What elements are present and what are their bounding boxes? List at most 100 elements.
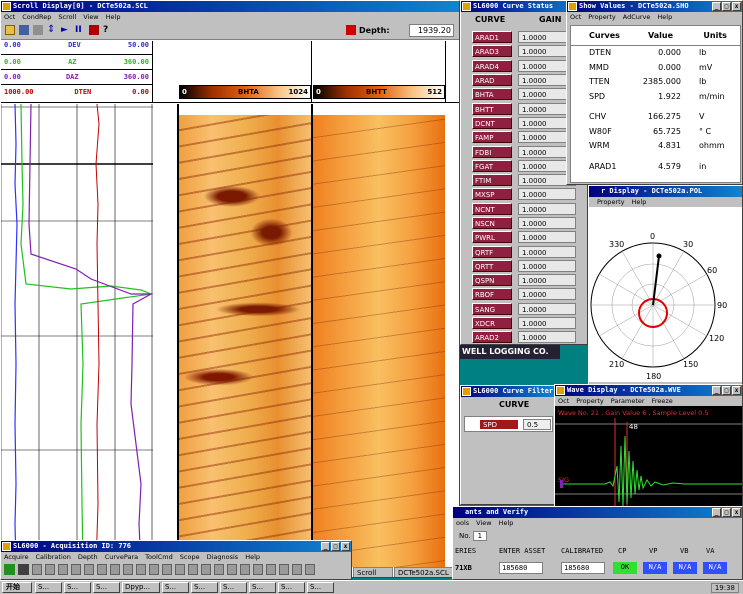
curve-gain[interactable]: 1.0000 xyxy=(518,217,576,229)
curve-gain[interactable]: 1.0000 xyxy=(518,259,576,272)
help-icon[interactable]: ? xyxy=(103,25,113,35)
menu-scroll[interactable]: Scroll xyxy=(58,13,76,21)
curve-row[interactable]: RBOF 1.0000 xyxy=(472,287,587,301)
sv-menu-oct[interactable]: Oct xyxy=(570,13,581,21)
play-icon[interactable]: ► xyxy=(61,25,71,35)
verify-menu-tools[interactable]: ools xyxy=(456,519,469,527)
enter-asset-field[interactable]: 185680 xyxy=(499,562,543,574)
taskbar-item[interactable]: Dpyp... xyxy=(122,582,160,593)
curve-name[interactable]: NCNT xyxy=(472,202,512,215)
curve-name[interactable]: QRTF xyxy=(472,245,512,258)
taskbar-item[interactable]: S... xyxy=(249,582,276,593)
curve-filter-titlebar[interactable]: SL6000 Curve Filter S xyxy=(461,386,554,397)
curve-name[interactable]: ARAD3 xyxy=(472,45,512,58)
taskbar-item[interactable]: S... xyxy=(307,582,334,593)
curve-gain[interactable]: 1.0000 xyxy=(518,188,576,201)
taskbar-item[interactable]: S... xyxy=(191,582,218,593)
wave-titlebar[interactable]: Wave Display - DCTe502a.WVE _ □ x xyxy=(555,385,742,396)
wave-menu-freeze[interactable]: Freeze xyxy=(652,397,673,405)
curve-gain[interactable]: 1.0000 xyxy=(518,317,576,330)
tool-icon[interactable] xyxy=(266,564,276,575)
acquisition-titlebar[interactable]: SL6000 - Acquisition ID: 776 _ □ x xyxy=(1,541,351,552)
stop-icon[interactable] xyxy=(89,25,99,35)
curve-name[interactable]: ARAD xyxy=(472,74,512,87)
no-field[interactable]: 1 xyxy=(472,531,487,541)
tool-icon[interactable] xyxy=(188,564,198,575)
curve-gain[interactable]: 1.0000 xyxy=(518,231,576,244)
tool-icon[interactable] xyxy=(227,564,237,575)
taskbar-item[interactable]: S... xyxy=(278,582,305,593)
wave-menu-oct[interactable]: Oct xyxy=(558,397,569,405)
tool-icon[interactable] xyxy=(58,564,68,575)
curve-name[interactable]: BHTA xyxy=(472,88,512,101)
tool-icon[interactable] xyxy=(32,564,42,575)
taskbar-item[interactable]: S... xyxy=(35,582,62,593)
taskbar-item[interactable]: S... xyxy=(220,582,247,593)
polar-titlebar[interactable]: r Display - DCTe502a.POL xyxy=(589,186,742,197)
curve-row[interactable]: QSPN 1.0000 xyxy=(472,273,587,287)
curve-gain[interactable]: 1.0000 xyxy=(518,274,576,287)
acq-menu-item[interactable]: Depth xyxy=(78,553,98,561)
curve-name[interactable]: QSPN xyxy=(472,274,512,287)
stop-icon[interactable] xyxy=(18,564,29,575)
curve-gain[interactable]: 1.0000 xyxy=(518,331,576,344)
va-button[interactable]: N/A xyxy=(703,562,727,574)
curve-name[interactable]: ARAD4 xyxy=(472,59,512,72)
tool-icon[interactable] xyxy=(292,564,302,575)
curve-row[interactable]: SANG 1.0000 xyxy=(472,302,587,316)
show-values-titlebar[interactable]: Show Values - DCTe502a.SHO _ □ x xyxy=(567,1,742,12)
curve-gain[interactable]: 1.0000 xyxy=(518,245,576,258)
curve-row[interactable]: PWRL 1.0000 xyxy=(472,230,587,244)
curve-name[interactable]: ARAD2 xyxy=(472,331,512,344)
curve-row[interactable]: QRTF 1.0000 xyxy=(472,244,587,258)
pause-icon[interactable]: II xyxy=(75,25,85,35)
print-icon[interactable] xyxy=(33,25,43,35)
curve-row[interactable]: NSCN 1.0000 xyxy=(472,216,587,230)
curve-name[interactable]: ARAD1 xyxy=(472,31,512,44)
curve-name[interactable]: FTIM xyxy=(472,174,512,187)
menu-oct[interactable]: Oct xyxy=(4,13,15,21)
polar-menu-property[interactable]: Property xyxy=(597,198,625,206)
wave-menu-parameter[interactable]: Parameter xyxy=(611,397,645,405)
acq-menu-item[interactable]: ToolCmd xyxy=(145,553,173,561)
run-icon[interactable] xyxy=(4,564,15,575)
vb-button[interactable]: N/A xyxy=(673,562,697,574)
taskbar-item[interactable]: S... xyxy=(162,582,189,593)
curve-name[interactable]: XDCR xyxy=(472,317,512,330)
tool-icon[interactable] xyxy=(45,564,55,575)
scroll-titlebar[interactable]: Scroll Display[0] - DCTe502a.SCL xyxy=(1,1,459,12)
start-button[interactable]: 开始 xyxy=(2,582,32,593)
tool-icon[interactable] xyxy=(110,564,120,575)
curve-row[interactable]: NCNT 1.0000 xyxy=(472,202,587,216)
menu-view[interactable]: View xyxy=(83,13,98,21)
acq-menu-item[interactable]: Calibration xyxy=(36,553,71,561)
cp-ok-button[interactable]: OK xyxy=(613,562,637,574)
tool-icon[interactable] xyxy=(71,564,81,575)
acq-menu-item[interactable]: CurvePara xyxy=(105,553,138,561)
verify-menu-help[interactable]: Help xyxy=(499,519,514,527)
tool-icon[interactable] xyxy=(214,564,224,575)
acq-menu-item[interactable]: Help xyxy=(245,553,260,561)
curve-name[interactable]: BHTT xyxy=(472,102,512,115)
tool-icon[interactable] xyxy=(201,564,211,575)
curve-row[interactable]: ARAD2 1.0000 xyxy=(472,330,587,344)
curve-name[interactable]: FDBI xyxy=(472,145,512,158)
curve-name[interactable]: FAMP xyxy=(472,131,512,144)
curve-row[interactable]: XDCR 1.0000 xyxy=(472,316,587,330)
curve-row[interactable]: QRTT 1.0000 xyxy=(472,259,587,273)
taskbar-item[interactable]: S... xyxy=(93,582,120,593)
curve-name[interactable]: NSCN xyxy=(472,217,512,229)
curve-gain[interactable]: 1.0000 xyxy=(518,202,576,215)
acq-menu-item[interactable]: Diagnosis xyxy=(207,553,239,561)
tool-icon[interactable] xyxy=(240,564,250,575)
sv-menu-property[interactable]: Property xyxy=(588,13,616,21)
verify-menu-view[interactable]: View xyxy=(476,519,491,527)
wave-menu-property[interactable]: Property xyxy=(576,397,604,405)
curve-gain[interactable]: 1.0000 xyxy=(518,302,576,315)
tool-icon[interactable] xyxy=(253,564,263,575)
curve-name[interactable]: QRTT xyxy=(472,259,512,272)
sv-menu-help[interactable]: Help xyxy=(657,13,672,21)
curve-name[interactable]: MXSP xyxy=(472,188,512,201)
filter-row[interactable]: SPD 0.5 xyxy=(464,416,553,432)
menu-condrep[interactable]: CondRep xyxy=(22,13,51,21)
